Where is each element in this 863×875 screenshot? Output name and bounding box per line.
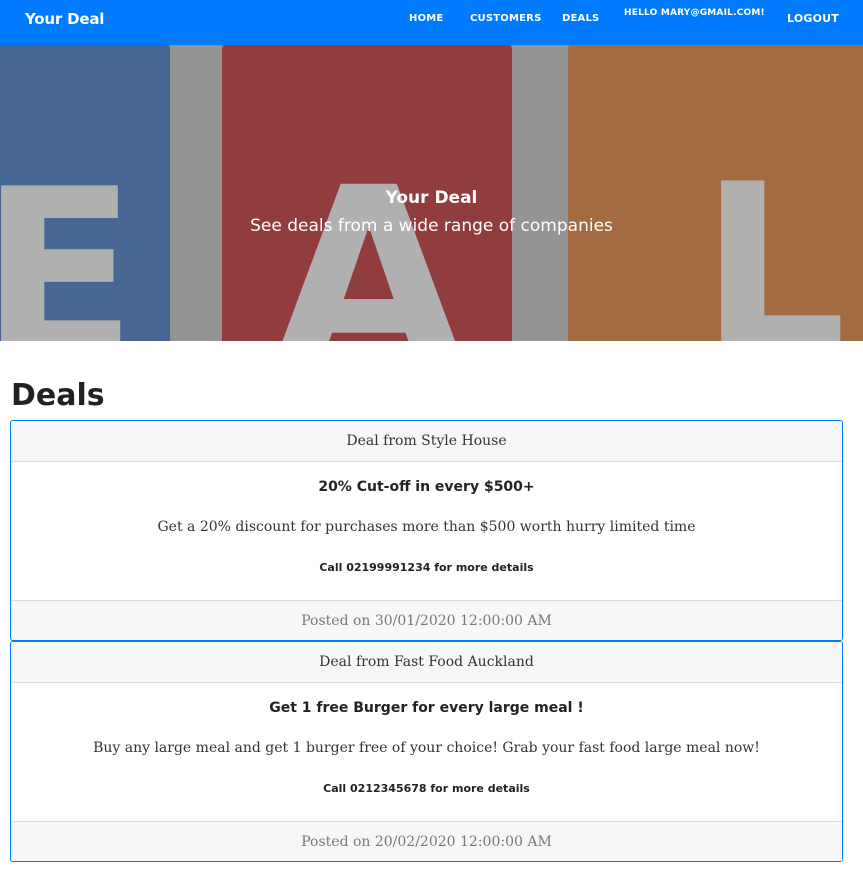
logout-link[interactable]: LOGOUT (787, 12, 839, 25)
hero-subtitle: See deals from a wide range of companies (250, 216, 613, 236)
deal-card-header: Deal from Style House (11, 421, 842, 462)
deal-contact: Call 0212345678 for more details (323, 782, 530, 795)
nav-deals-link[interactable]: DEALS (562, 13, 599, 24)
deal-card-body: 20% Cut-off in every $500+ Get a 20% dis… (11, 462, 842, 600)
deal-card-header: Deal from Fast Food Auckland (11, 642, 842, 683)
deal-description: Buy any large meal and get 1 burger free… (93, 740, 760, 756)
deal-title: Get 1 free Burger for every large meal ! (269, 700, 584, 716)
nav-home-link[interactable]: HOME (409, 13, 443, 24)
deal-card: Deal from Style House 20% Cut-off in eve… (10, 420, 843, 641)
deal-posted-date: Posted on 20/02/2020 12:00:00 AM (11, 821, 842, 861)
nav-customers-link[interactable]: CUSTOMERS (470, 13, 541, 24)
user-greeting-link[interactable]: HELLO MARY@GMAIL.COM! (624, 8, 765, 18)
hero-banner: E A L Your Deal See deals from a wide ra… (0, 45, 863, 341)
deal-contact: Call 02199991234 for more details (319, 561, 534, 574)
hero-title: Your Deal (385, 188, 478, 208)
deal-card: Deal from Fast Food Auckland Get 1 free … (10, 641, 843, 862)
brand-link[interactable]: Your Deal (25, 10, 104, 28)
deal-posted-date: Posted on 30/01/2020 12:00:00 AM (11, 600, 842, 640)
deal-title: 20% Cut-off in every $500+ (318, 479, 535, 495)
top-navbar: Your Deal HOME CUSTOMERS DEALS HELLO MAR… (0, 0, 863, 45)
page-title: Deals (11, 378, 105, 413)
deal-description: Get a 20% discount for purchases more th… (157, 519, 696, 535)
deal-card-body: Get 1 free Burger for every large meal !… (11, 683, 842, 821)
